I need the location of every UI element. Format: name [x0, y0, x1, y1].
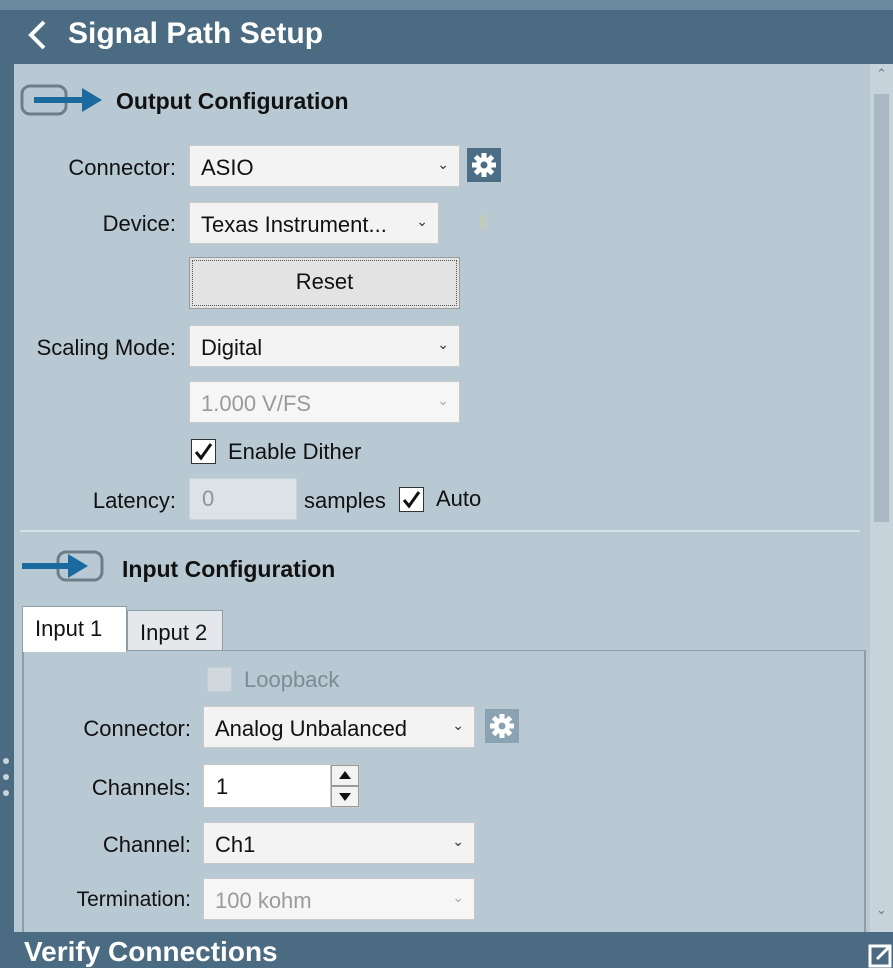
- channel-select[interactable]: Ch1 ⌄: [203, 822, 475, 864]
- tab-input-2[interactable]: Input 2: [127, 610, 223, 652]
- input-connector-settings-gear-icon[interactable]: [485, 709, 519, 743]
- channel-label: Channel:: [102, 832, 191, 857]
- scroll-up-arrow-icon[interactable]: ⌃: [876, 66, 887, 82]
- input-arrow-icon: [22, 550, 104, 582]
- chevron-down-icon: ⌄: [437, 392, 449, 408]
- input-connector-value: Analog Unbalanced: [215, 716, 408, 741]
- termination-value: 100 kohm: [215, 888, 312, 913]
- channels-stepper[interactable]: [330, 764, 360, 808]
- stepper-up-button[interactable]: [331, 765, 359, 786]
- output-connector-settings-gear-icon[interactable]: [467, 148, 501, 182]
- output-section-title: Output Configuration: [116, 88, 349, 114]
- channels-input[interactable]: 1: [203, 764, 331, 808]
- enable-dither-label: Enable Dither: [228, 439, 362, 464]
- scroll-down-arrow-icon[interactable]: ⌄: [876, 902, 887, 918]
- signal-path-panel: Output Configuration Connector: ASIO ⌄ D…: [14, 64, 870, 932]
- latency-auto-label: Auto: [436, 486, 482, 511]
- volts-per-fs-select: 1.000 V/FS ⌄: [189, 381, 460, 423]
- verify-connections-title: Verify Connections: [24, 936, 278, 967]
- pop-out-icon[interactable]: [867, 940, 893, 968]
- grip-dot-icon[interactable]: [3, 790, 9, 796]
- input-connector-label: Connector:: [83, 716, 191, 741]
- output-connector-label: Connector:: [68, 155, 176, 180]
- enable-dither-checkbox[interactable]: [191, 439, 216, 464]
- input-connector-select[interactable]: Analog Unbalanced ⌄: [203, 706, 475, 748]
- chevron-down-icon: ⌄: [437, 336, 449, 352]
- grip-dot-icon[interactable]: [3, 758, 9, 764]
- output-device-select[interactable]: Texas Instrument... ⌄: [189, 202, 439, 244]
- chevron-down-icon: ⌄: [452, 717, 464, 733]
- output-device-value: Texas Instrument...: [201, 212, 387, 237]
- triangle-up-icon: [339, 771, 351, 779]
- input-section-title: Input Configuration: [122, 556, 336, 582]
- checkmark-icon: [402, 491, 421, 509]
- scrollbar-thumb[interactable]: [874, 94, 889, 522]
- output-connector-value: ASIO: [201, 155, 254, 180]
- triangle-down-icon: [339, 793, 351, 801]
- reset-button-focus-ring: [192, 260, 457, 306]
- title-bar: Signal Path Setup: [0, 0, 893, 64]
- grip-dot-icon[interactable]: [3, 774, 9, 780]
- chevron-down-icon: ⌄: [416, 213, 428, 229]
- page-title: Signal Path Setup: [68, 17, 324, 50]
- chevron-down-icon: ⌄: [437, 156, 449, 172]
- scaling-mode-select[interactable]: Digital ⌄: [189, 325, 460, 367]
- left-grip-strip: [0, 64, 14, 934]
- checkmark-icon: [194, 443, 213, 461]
- section-divider: [20, 530, 860, 532]
- stepper-down-button[interactable]: [331, 786, 359, 807]
- output-arrow-icon: [20, 84, 102, 116]
- reset-button[interactable]: Reset: [189, 257, 460, 309]
- loopback-label: Loopback: [244, 667, 340, 692]
- termination-label: Termination:: [76, 888, 191, 911]
- latency-auto-checkbox[interactable]: [399, 487, 424, 512]
- chevron-down-icon: ⌄: [452, 833, 464, 849]
- latency-input[interactable]: 0: [189, 478, 297, 520]
- latency-units-label: samples: [304, 488, 386, 513]
- output-connector-select[interactable]: ASIO ⌄: [189, 145, 460, 187]
- scaling-mode-value: Digital: [201, 335, 263, 360]
- loopback-checkbox: [207, 667, 232, 692]
- volts-per-fs-value: 1.000 V/FS: [201, 391, 312, 416]
- channel-value: Ch1: [215, 832, 256, 857]
- top-edge: [0, 0, 893, 10]
- device-status-faint-icon: [480, 215, 486, 229]
- vertical-scrollbar[interactable]: ⌃ ⌄: [870, 64, 893, 932]
- scaling-mode-label: Scaling Mode:: [36, 335, 176, 360]
- back-chevron-icon[interactable]: [24, 18, 52, 52]
- verify-connections-bar[interactable]: Verify Connections: [14, 932, 893, 968]
- chevron-down-icon: ⌄: [452, 889, 464, 905]
- tab-input-1[interactable]: Input 1: [22, 606, 127, 652]
- channels-label: Channels:: [91, 775, 191, 800]
- latency-label: Latency:: [92, 488, 176, 513]
- output-device-label: Device:: [102, 211, 176, 236]
- termination-select: 100 kohm ⌄: [203, 878, 475, 920]
